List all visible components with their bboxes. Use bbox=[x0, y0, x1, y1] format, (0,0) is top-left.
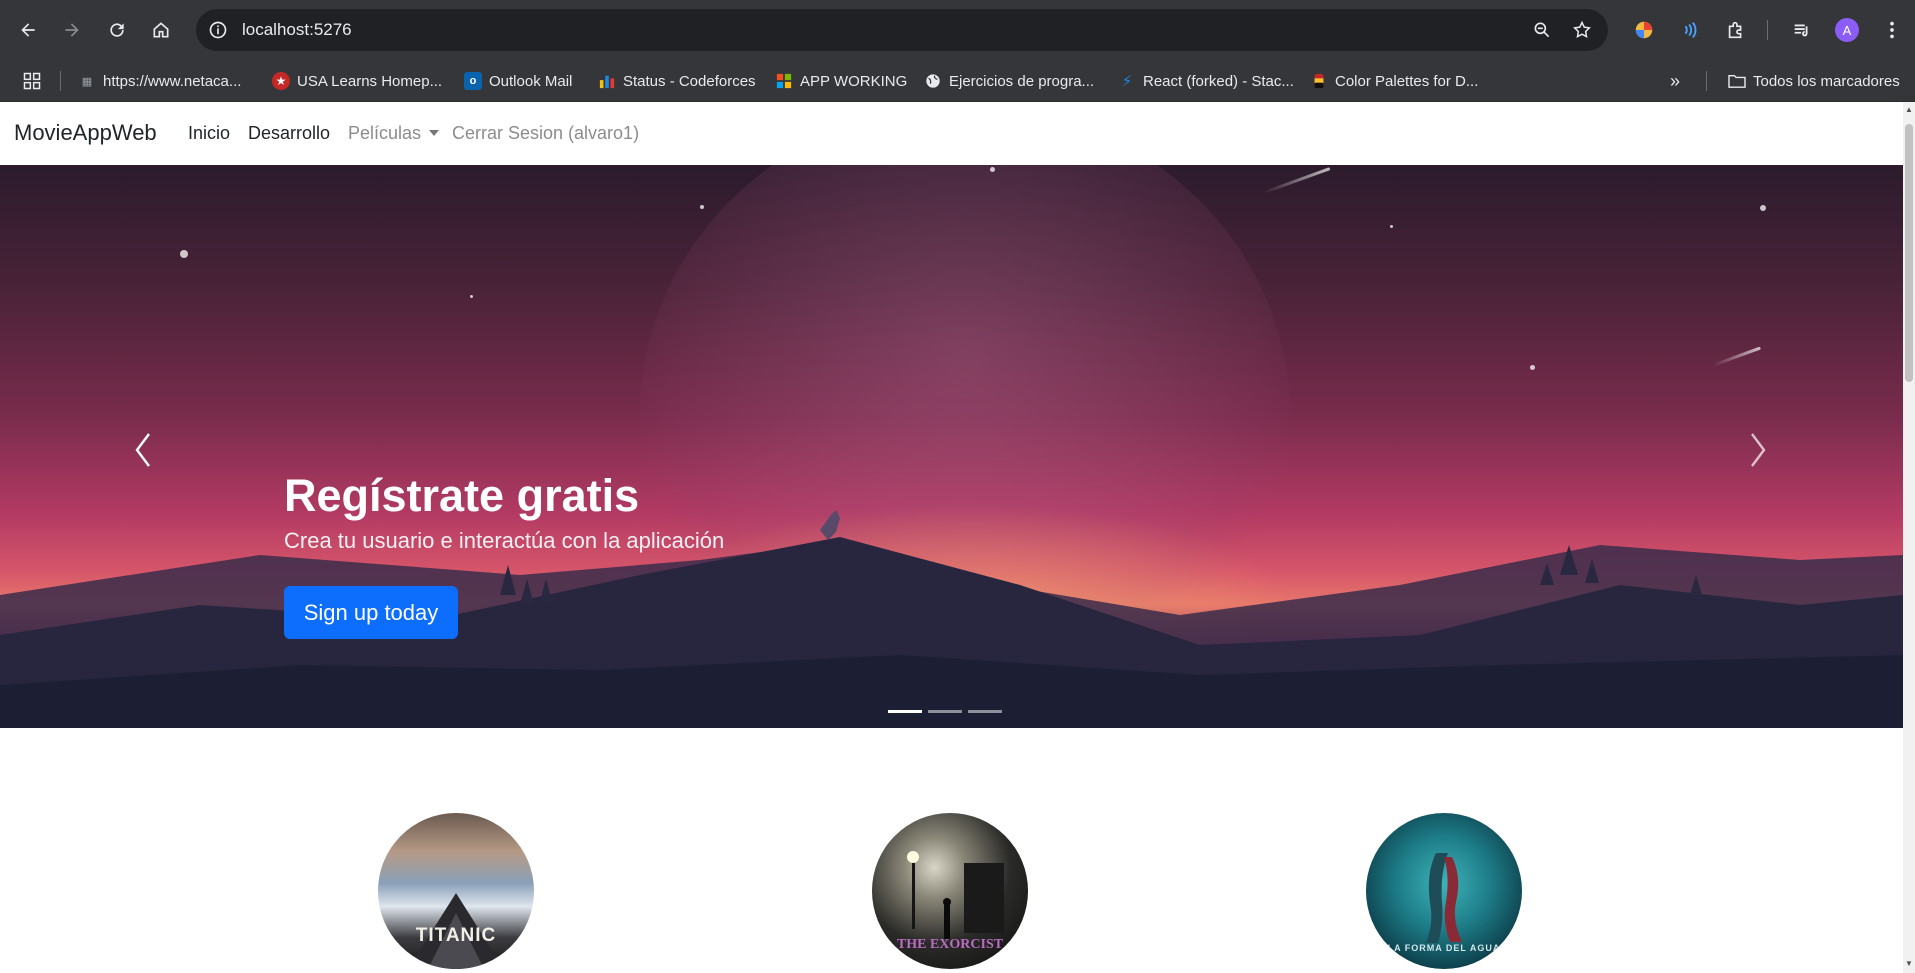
sign-up-button[interactable]: Sign up today bbox=[284, 586, 458, 639]
poster-exorcist[interactable]: THE EXORCIST bbox=[872, 813, 1028, 969]
poster-title-text: THE EXORCIST bbox=[896, 937, 1004, 952]
bookmarks-divider-right bbox=[1706, 71, 1707, 91]
carousel-subtitle: Crea tu usuario e interactúa con la apli… bbox=[284, 528, 725, 553]
bookmark-label: Outlook Mail bbox=[489, 72, 573, 90]
bookmark-label: React (forked) - Stac... bbox=[1143, 72, 1294, 90]
scroll-up-arrow-icon[interactable]: ▲ bbox=[1905, 106, 1913, 114]
globe-icon bbox=[924, 72, 942, 90]
extensions-puzzle-icon[interactable] bbox=[1722, 16, 1750, 44]
more-bookmarks-chevron-icon[interactable]: » bbox=[1670, 66, 1680, 96]
all-bookmarks-label: Todos los marcadores bbox=[1753, 72, 1900, 90]
back-button[interactable] bbox=[10, 12, 46, 48]
bookmark-codeforces[interactable]: Status - Codeforces bbox=[598, 66, 756, 96]
carousel-indicator-2[interactable] bbox=[928, 710, 962, 713]
stackblitz-icon: ⚡ bbox=[1121, 73, 1133, 90]
palette-icon bbox=[1310, 72, 1328, 90]
netacad-icon: ▦ bbox=[81, 75, 93, 88]
bookmark-label: Ejercicios de progra... bbox=[949, 72, 1095, 90]
page-scrollbar[interactable]: ▲ ▼ bbox=[1903, 102, 1915, 973]
bookmark-label: Color Palettes for D... bbox=[1335, 72, 1479, 90]
extension-wave-icon[interactable] bbox=[1676, 16, 1704, 44]
poster-titanic[interactable]: TITANIC bbox=[378, 813, 534, 969]
address-bar[interactable]: localhost:5276 bbox=[196, 9, 1608, 51]
home-button[interactable] bbox=[143, 12, 179, 48]
scroll-down-arrow-icon[interactable]: ▼ bbox=[1905, 960, 1913, 968]
carousel-indicator-3[interactable] bbox=[968, 710, 1002, 713]
carousel-indicators bbox=[888, 710, 1002, 713]
scroll-thumb[interactable] bbox=[1905, 124, 1913, 382]
bookmark-app-working[interactable]: APP WORKING bbox=[775, 66, 907, 96]
chevron-left-icon bbox=[135, 433, 150, 467]
profile-avatar[interactable]: A bbox=[1835, 18, 1859, 42]
menu-kebab-icon[interactable] bbox=[1878, 16, 1906, 44]
mountain-silhouette bbox=[0, 510, 1903, 728]
reload-icon bbox=[110, 23, 124, 37]
home-icon bbox=[153, 22, 169, 38]
bookmark-react-forked[interactable]: ⚡ React (forked) - Stac... bbox=[1118, 66, 1294, 96]
folder-icon bbox=[1728, 72, 1746, 90]
poster-forma-del-agua[interactable]: LA FORMA DEL AGUA bbox=[1366, 813, 1522, 969]
bookmark-netacad[interactable]: ▦ https://www.netaca... bbox=[78, 66, 242, 96]
site-brand[interactable]: MovieAppWeb bbox=[14, 120, 157, 146]
bookmark-label: USA Learns Homep... bbox=[297, 72, 443, 90]
forward-button[interactable] bbox=[54, 12, 90, 48]
caret-down-icon bbox=[429, 130, 440, 136]
url-text[interactable]: localhost:5276 bbox=[242, 20, 352, 40]
bookmark-label: Status - Codeforces bbox=[623, 72, 756, 90]
carousel-next-button[interactable] bbox=[1738, 430, 1778, 470]
nav-link-logout[interactable]: Cerrar Sesion (alvaro1) bbox=[452, 123, 639, 144]
nav-link-desarrollo[interactable]: Desarrollo bbox=[248, 123, 330, 144]
bookmark-usalearns[interactable]: ★ USA Learns Homep... bbox=[272, 66, 442, 96]
site-info-icon[interactable] bbox=[206, 18, 230, 42]
nav-dropdown-peliculas[interactable]: Películas bbox=[348, 123, 440, 144]
extension-colorpicker-icon[interactable] bbox=[1630, 16, 1658, 44]
media-queue-icon[interactable] bbox=[1788, 16, 1816, 44]
poster-title-text: LA FORMA DEL AGUA bbox=[1387, 943, 1501, 953]
bookmark-label: APP WORKING bbox=[800, 72, 908, 90]
star-badge-icon: ★ bbox=[272, 72, 290, 90]
bookmark-star-icon[interactable] bbox=[1570, 18, 1594, 42]
nav-link-inicio[interactable]: Inicio bbox=[188, 123, 230, 144]
web-page: MovieAppWeb Inicio Desarrollo Películas … bbox=[0, 102, 1903, 973]
bookmark-label: https://www.netaca... bbox=[103, 72, 242, 90]
reload-button[interactable] bbox=[99, 12, 135, 48]
carousel-indicator-1[interactable] bbox=[888, 710, 922, 713]
bookmarks-divider bbox=[60, 71, 61, 91]
arrow-right-icon bbox=[65, 23, 79, 37]
apps-grid-icon[interactable] bbox=[22, 66, 42, 96]
carousel-prev-button[interactable] bbox=[123, 430, 163, 470]
microsoft-icon bbox=[775, 72, 793, 90]
bookmark-ejercicios[interactable]: Ejercicios de progra... bbox=[924, 66, 1094, 96]
carousel-caption: Regístrate gratis Crea tu usuario e inte… bbox=[284, 470, 724, 554]
all-bookmarks-folder[interactable]: Todos los marcadores bbox=[1728, 66, 1900, 96]
hero-carousel: Regístrate gratis Crea tu usuario e inte… bbox=[0, 165, 1903, 728]
browser-toolbar: localhost:5276 A bbox=[0, 0, 1915, 60]
poster-title-text: TITANIC bbox=[415, 925, 497, 946]
bookmark-outlook[interactable]: o Outlook Mail bbox=[464, 66, 572, 96]
chevron-right-icon bbox=[1751, 433, 1766, 467]
codeforces-icon bbox=[598, 72, 616, 90]
toolbar-divider bbox=[1767, 20, 1768, 40]
bookmark-color-palettes[interactable]: Color Palettes for D... bbox=[1310, 66, 1478, 96]
nav-dropdown-label: Películas bbox=[348, 123, 422, 143]
carousel-heading: Regístrate gratis bbox=[284, 470, 640, 521]
arrow-left-icon bbox=[21, 23, 35, 37]
zoom-icon[interactable] bbox=[1530, 18, 1554, 42]
outlook-icon: o bbox=[464, 72, 482, 90]
site-navbar: MovieAppWeb Inicio Desarrollo Películas … bbox=[0, 102, 1903, 165]
